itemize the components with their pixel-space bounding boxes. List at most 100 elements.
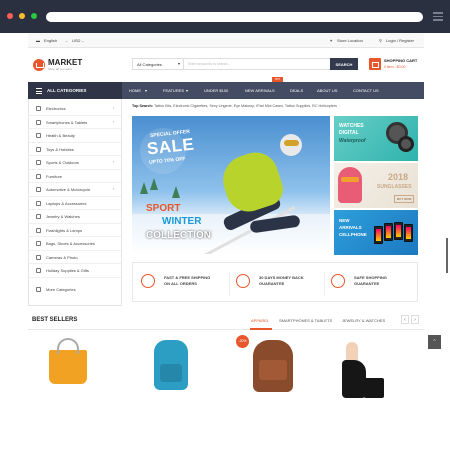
banner-sale: SALE	[146, 134, 196, 159]
search-input[interactable]: Enter keywords to search...	[188, 62, 230, 66]
address-bar[interactable]	[46, 12, 423, 22]
camera-icon	[36, 254, 41, 260]
feature-line2: GUARANTEE	[354, 281, 380, 286]
top-search-terms[interactable]: Tattoo Kits, Electronic Cigarettes, Sexy…	[154, 104, 337, 108]
tab-smartphones[interactable]: SMARTPHONES & TABLETS	[279, 318, 332, 323]
nav-features[interactable]: FEATURES	[163, 88, 184, 93]
feature-safe-shopping: SAFE SHOPPING GUARANTEE	[326, 272, 420, 296]
hamburger-icon	[36, 88, 42, 96]
sidebar-item-furniture[interactable]: Furniture	[29, 170, 121, 183]
watches-waterproof: Waterproof	[339, 138, 366, 144]
close-window-button[interactable]	[7, 13, 13, 19]
phone-image	[374, 226, 383, 244]
logo-tagline: Shop all you want	[48, 67, 72, 71]
divider	[28, 329, 424, 330]
tree-decoration	[140, 182, 148, 194]
sidebar-item-label: More Categories	[46, 287, 76, 292]
tab-jewelry[interactable]: JEWELRY & WATCHES	[342, 318, 385, 323]
beauty-icon	[36, 133, 41, 138]
main-nav: ALL CATEGORIES HOME ▾ FEATURES ▾ UNDER $…	[28, 77, 424, 99]
jewelry-icon	[36, 214, 41, 219]
cellphone-banner[interactable]: NEW ARRIVALS CELLPHONE	[334, 210, 418, 255]
product-card[interactable]	[130, 334, 220, 408]
back-to-top-button[interactable]: ⌃	[428, 335, 441, 349]
sidebar-item-flashlights[interactable]: Flashlights & Lamps	[29, 224, 121, 237]
search-button[interactable]: SEARCH	[330, 58, 358, 70]
sidebar-item-label: Holiday Supplies & Gifts	[46, 268, 89, 273]
nav-under-100[interactable]: UNDER $100	[204, 88, 228, 93]
sidebar-item-cameras[interactable]: Cameras & Photo	[29, 251, 121, 264]
product-card[interactable]	[328, 334, 418, 408]
features-strip: FAST & FREE SHIPPING ON ALL ORDERS 30 DAY…	[132, 262, 418, 302]
tab-apparel[interactable]: APPAREL	[251, 318, 269, 323]
money-icon	[236, 274, 250, 288]
sidebar-item-label: Bags, Shoes & Accessories	[46, 241, 95, 246]
sunglasses-banner[interactable]: 2018 SUNGLASSES BUY NOW	[334, 163, 418, 208]
sidebar-item-label: Smartphones & Tablets	[46, 119, 88, 125]
best-sellers-title: BEST SELLERS	[32, 317, 78, 323]
sidebar-item-bags[interactable]: Bags, Shoes & Accessories	[29, 237, 121, 251]
logo-title[interactable]: MARKET	[48, 58, 82, 67]
top-search-label: Top Search:	[132, 104, 154, 108]
nav-new-arrivals[interactable]: NEW ARRIVALS	[245, 88, 275, 93]
all-categories-button[interactable]: ALL CATEGORIES	[28, 82, 122, 99]
tree-decoration	[150, 178, 158, 190]
sidebar-item-label: Electronics	[46, 106, 66, 111]
sidebar-item-automotive[interactable]: Automotive & Motorcycle ›	[29, 183, 121, 197]
sidebar-item-holiday[interactable]: Holiday Supplies & Gifts	[29, 264, 121, 278]
sidebar-item-toys[interactable]: Toys & Hobbies	[29, 143, 121, 156]
discount-badge: -20%	[236, 335, 249, 348]
nav-contact-us[interactable]: CONTACT US	[353, 88, 379, 93]
scrollbar[interactable]	[446, 238, 448, 273]
tote-bag-image	[49, 350, 87, 384]
buy-now-button[interactable]: BUY NOW	[394, 195, 415, 203]
watches-banner[interactable]: WATCHES DIGITAL Waterproof	[334, 116, 418, 161]
sidebar-more-categories[interactable]: More Categories	[29, 283, 121, 297]
cart-title[interactable]: SHOPPING CART	[384, 58, 417, 63]
sidebar-item-laptops[interactable]: Laptops & Accessories	[29, 197, 121, 210]
nav-deals[interactable]: DEALS	[290, 88, 303, 93]
search-category-select[interactable]: All Categories	[133, 59, 184, 69]
sports-icon	[36, 160, 41, 165]
chevron-down-icon: ▾	[145, 88, 148, 93]
sidebar-item-sports[interactable]: Sports & Outdoors ›	[29, 156, 121, 170]
phone-image	[404, 224, 413, 242]
feature-line2: GUARANTEE	[259, 281, 285, 286]
language-flag-icon: ▬	[36, 38, 40, 43]
sidebar-item-label: Flashlights & Lamps	[46, 227, 83, 233]
minimize-window-button[interactable]	[19, 13, 25, 19]
shopping-bag-logo-icon[interactable]	[33, 59, 45, 71]
phone-image	[384, 223, 393, 241]
cart-summary[interactable]: 0 item - $0.00	[384, 65, 405, 69]
next-arrow-icon[interactable]: ›	[411, 315, 419, 324]
shield-icon	[331, 274, 345, 288]
nav-home[interactable]: HOME	[129, 88, 141, 93]
top-bar: ▬ English ⌄ USD ⌄ ⌖ Store Location ⚲ Log…	[28, 33, 424, 48]
nav-about-us[interactable]: ABOUT US	[317, 88, 337, 93]
phone-image	[394, 222, 403, 240]
cart-icon[interactable]	[369, 58, 381, 70]
sidebar-item-smartphones[interactable]: Smartphones & Tablets ›	[29, 116, 121, 129]
watches-digital: DIGITAL	[339, 130, 359, 136]
hero-banner[interactable]: SPECIAL OFFER SALE UPTO 70% OFF SPORT WI…	[132, 116, 330, 254]
product-card[interactable]	[33, 334, 123, 408]
feature-money-back: 30 DAYS MONEY BACK GUARANTEE	[231, 272, 325, 296]
language-select[interactable]: English	[44, 38, 57, 43]
browser-frame: ▬ English ⌄ USD ⌄ ⌖ Store Location ⚲ Log…	[0, 0, 450, 450]
store-location-link[interactable]: Store Location	[337, 38, 363, 43]
sidebar-item-jewelry[interactable]: Jewelry & Watches	[29, 210, 121, 224]
sidebar-item-electronics[interactable]: Electronics ›	[29, 102, 121, 116]
top-search: Top Search: Tattoo Kits, Electronic Ciga…	[132, 104, 337, 108]
web-page: ▬ English ⌄ USD ⌄ ⌖ Store Location ⚲ Log…	[28, 33, 424, 408]
sunglasses-year: 2018	[388, 172, 409, 182]
backpack-image	[160, 364, 182, 382]
prev-arrow-icon[interactable]: ‹	[401, 315, 409, 324]
active-tab-indicator	[250, 328, 272, 330]
sidebar-item-health-beauty[interactable]: Health & Beauty	[29, 129, 121, 143]
currency-select[interactable]: USD	[72, 38, 80, 43]
browser-menu-icon[interactable]	[433, 12, 443, 21]
login-link[interactable]: Login / Register	[386, 38, 414, 43]
maximize-window-button[interactable]	[31, 13, 37, 19]
user-icon: ⚲	[379, 38, 382, 43]
bag-icon	[36, 241, 41, 246]
